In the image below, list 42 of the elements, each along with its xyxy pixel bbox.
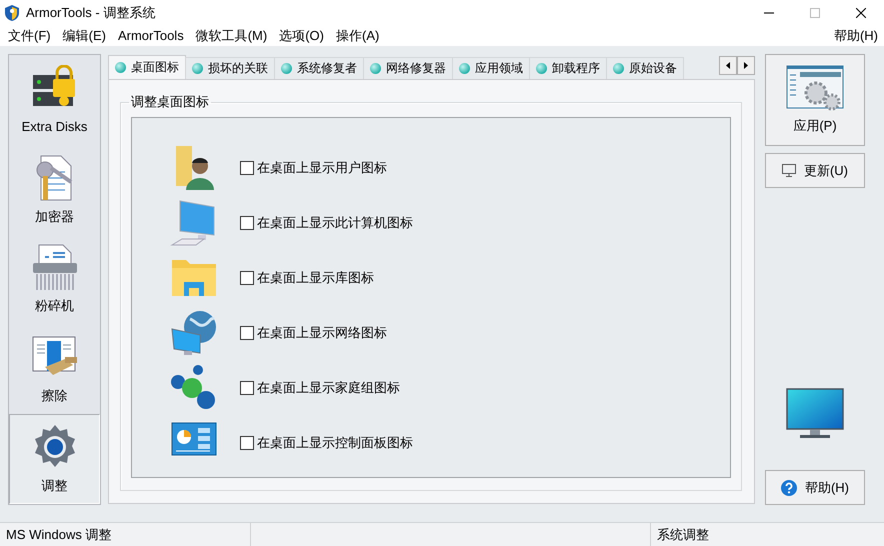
menu-item[interactable]: 编辑(E) [56,26,112,45]
group-title: 调整桌面图标 [130,93,210,111]
menu-item[interactable]: 选项(O) [273,26,330,45]
menu-item[interactable]: ArmorTools [112,26,190,45]
help-icon [780,480,797,496]
help-button[interactable]: 帮助(H) [765,470,865,505]
scroll-right-button[interactable] [737,56,755,75]
checkbox[interactable]: 在桌面上显示控制面板图标 [240,434,413,452]
update-button[interactable]: 更新(U) [765,153,865,188]
settings-window-icon [786,65,844,111]
tab[interactable]: 原始设备 [606,57,684,79]
apply-button[interactable]: 应用(P) [765,54,865,146]
checkbox[interactable]: 在桌面上显示用户图标 [240,158,387,176]
sidebar-item[interactable]: 粉碎机 [9,234,100,324]
scroll-left-button[interactable] [719,56,737,75]
checkbox[interactable]: 在桌面上显示库图标 [240,268,374,286]
maximize-icon [810,8,820,18]
menu-item[interactable]: 文件(F) [2,26,57,45]
tab[interactable]: 桌面图标 [108,55,186,79]
monitor-icon [786,388,844,439]
left-arrow-icon [724,59,732,72]
network-globe-icon [170,308,218,356]
shredder-icon [30,243,78,292]
menu-item[interactable]: 操作(A) [330,26,386,45]
right-arrow-icon [742,59,750,72]
monitor-icon [782,164,796,177]
app-logo-icon [4,4,20,21]
checkbox[interactable]: 在桌面上显示家庭组图标 [240,378,400,396]
menu-item[interactable]: 微软工具(M) [190,26,274,45]
window-title: ArmorTools - 调整系统 [26,4,156,22]
checkbox[interactable]: 在桌面上显示此计算机图标 [240,214,413,232]
status-text: MS Windows 调整 [0,523,251,546]
homegroup-icon [170,364,218,412]
tab[interactable]: 损坏的关联 [185,57,275,79]
close-icon [856,8,866,18]
help-menu[interactable]: 帮助(H) [828,26,884,45]
sidebar-item[interactable]: 加密器 [9,144,100,235]
sidebar-item[interactable]: 调整 [9,414,100,504]
status-text: 系统调整 [656,526,710,544]
sidebar-item[interactable]: Extra Disks [9,55,100,145]
checkbox[interactable]: 在桌面上显示网络图标 [240,324,387,342]
sidebar-item[interactable]: 擦除 [9,324,100,414]
